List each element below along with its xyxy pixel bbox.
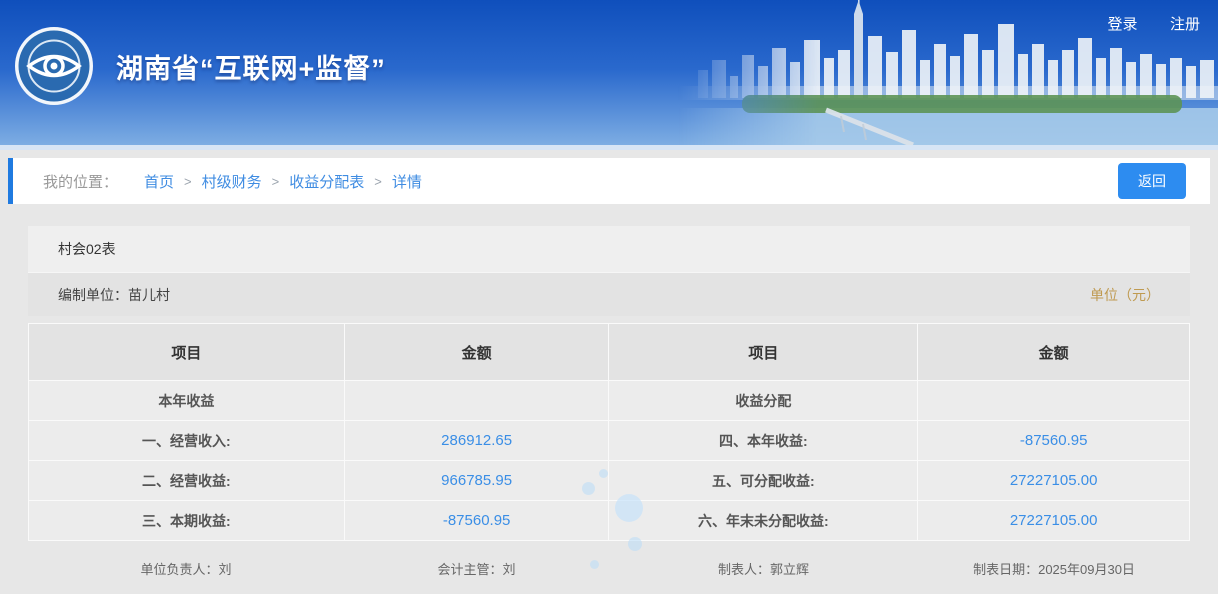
row-label-cell: 三、本期收益:	[29, 501, 345, 541]
breadcrumb: 我的位置： 首页 > 村级财务 > 收益分配表 > 详情 返回	[8, 158, 1210, 204]
row-label-cell: 二、经营收益:	[29, 461, 345, 501]
table-row: 二、经营收益: 966785.95 五、可分配收益: 27227105.00	[29, 461, 1190, 501]
table-row: 本年收益 收益分配	[29, 381, 1190, 421]
table-row: 三、本期收益: -87560.95 六、年末未分配收益: 27227105.00	[29, 501, 1190, 541]
register-link[interactable]: 注册	[1170, 16, 1200, 33]
table-footer: 单位负责人：刘 会计主管：刘 制表人：郭立辉 制表日期：2025年09月30日	[28, 543, 1190, 593]
row-value-cell: -87560.95	[344, 501, 609, 541]
column-header-amount: 金额	[918, 324, 1190, 381]
preparing-unit: 编制单位：苗儿村	[58, 285, 170, 305]
unit-head-signature: 单位负责人：刘	[28, 559, 344, 578]
row-label-cell: 五、可分配收益:	[609, 461, 918, 501]
row-value-cell: -87560.95	[918, 421, 1190, 461]
column-header-amount: 金额	[344, 324, 609, 381]
breadcrumb-item-home[interactable]: 首页	[144, 171, 174, 192]
column-header-item: 项目	[609, 324, 918, 381]
row-label-cell: 一、经营收入:	[29, 421, 345, 461]
row-label-cell: 四、本年收益:	[609, 421, 918, 461]
breadcrumb-separator: >	[374, 174, 382, 189]
table-header-row: 项目 金额 项目 金额	[29, 324, 1190, 381]
row-label-cell: 六、年末未分配收益:	[609, 501, 918, 541]
login-link[interactable]: 登录	[1108, 16, 1138, 33]
breadcrumb-separator: >	[184, 174, 192, 189]
row-value-cell: 966785.95	[344, 461, 609, 501]
row-label-cell: 本年收益	[29, 381, 345, 421]
report-code-row: 村会02表	[28, 226, 1190, 272]
back-button[interactable]: 返回	[1118, 163, 1186, 199]
prepared-date: 制表日期：2025年09月30日	[918, 559, 1190, 578]
preparer-signature: 制表人：郭立辉	[609, 559, 918, 578]
site-header: 登录 注册 湖南省“互联网+监督”	[0, 0, 1218, 145]
row-label-cell: 收益分配	[609, 381, 918, 421]
row-value-cell: 27227105.00	[918, 461, 1190, 501]
eye-logo-icon	[14, 26, 94, 106]
breadcrumb-separator: >	[272, 174, 280, 189]
row-value-cell: 286912.65	[344, 421, 609, 461]
income-distribution-table: 项目 金额 项目 金额 本年收益 收益分配 一、经营收入: 286912.65 …	[28, 323, 1190, 541]
table-row: 一、经营收入: 286912.65 四、本年收益: -87560.95	[29, 421, 1190, 461]
row-value-cell: 27227105.00	[918, 501, 1190, 541]
breadcrumb-item-income-distribution[interactable]: 收益分配表	[289, 171, 364, 192]
header-bottom-strip	[0, 145, 1218, 150]
breadcrumb-label: 我的位置：	[43, 171, 118, 192]
report-code: 村会02表	[58, 239, 116, 259]
accounting-supervisor-signature: 会计主管：刘	[344, 559, 609, 578]
row-value-cell	[918, 381, 1190, 421]
report-card: 村会02表 编制单位：苗儿村 单位（元） 项目 金额 项目 金额 本年收益 收益…	[28, 226, 1190, 593]
breadcrumb-item-village-finance[interactable]: 村级财务	[202, 171, 262, 192]
brand: 湖南省“互联网+监督”	[14, 26, 386, 106]
breadcrumb-item-detail[interactable]: 详情	[392, 171, 422, 192]
auth-links: 登录 注册	[1080, 13, 1200, 34]
site-title: 湖南省“互联网+监督”	[116, 47, 386, 86]
column-header-item: 项目	[29, 324, 345, 381]
report-unit-row: 编制单位：苗儿村 单位（元）	[28, 272, 1190, 316]
row-value-cell	[344, 381, 609, 421]
currency-unit-hint: 单位（元）	[1090, 285, 1160, 305]
